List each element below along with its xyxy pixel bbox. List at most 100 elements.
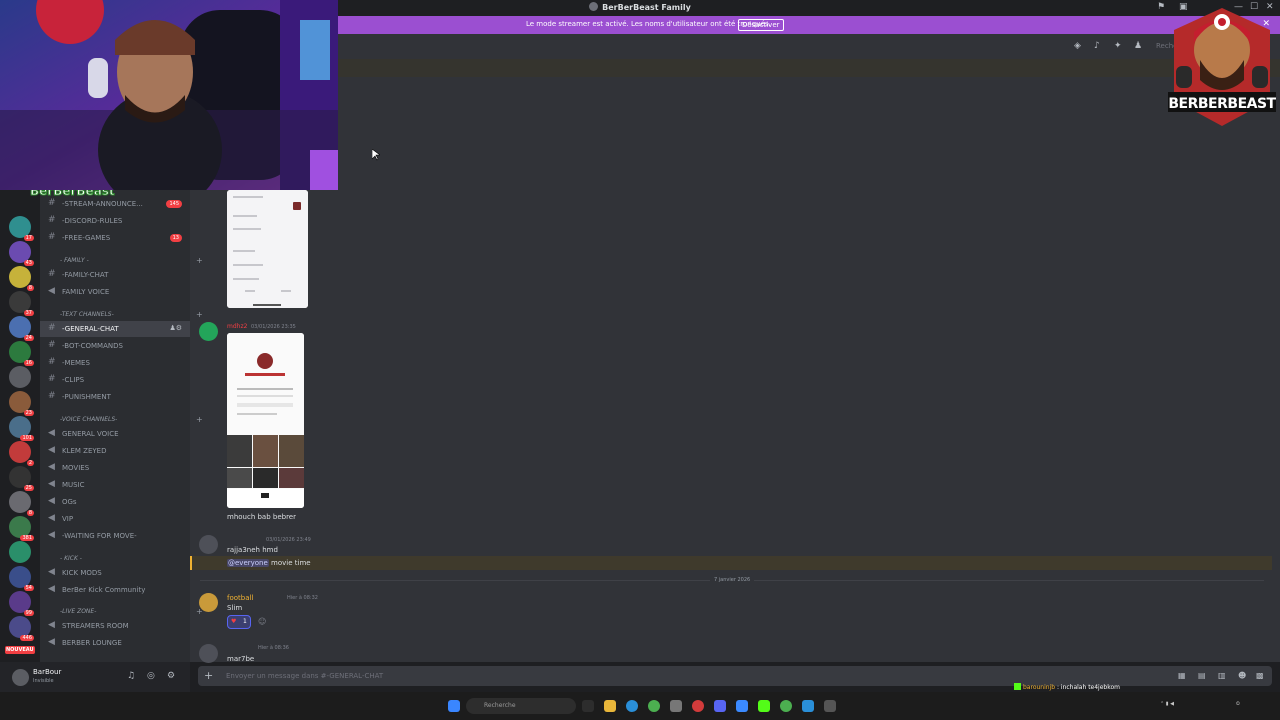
category-kick[interactable]: - KICK -+ [60, 554, 203, 563]
chrome-icon[interactable] [648, 700, 660, 712]
taskbar-search-label: Recherche [484, 702, 516, 709]
channel-general-chat[interactable]: # -GENERAL-CHAT ♟⚙ [40, 321, 190, 337]
channel-ogs[interactable]: ◀ OGs [40, 494, 190, 510]
channel-clips[interactable]: # -CLIPS [40, 372, 190, 388]
server-icon[interactable]: 37 [9, 291, 34, 316]
avatar[interactable] [12, 669, 29, 686]
channel-punishment[interactable]: # -PUNISHMENT [40, 389, 190, 405]
channel-berber-kick-community[interactable]: ◀ BerBer Kick Community [40, 582, 190, 598]
add-channel-icon[interactable]: + [196, 256, 203, 265]
avatar[interactable] [199, 593, 218, 612]
server-icon[interactable]: 381 [9, 516, 34, 541]
reaction-heart[interactable]: ♥ 1 [227, 615, 251, 629]
kick-icon[interactable] [758, 700, 770, 712]
sticker-icon[interactable]: ▥ [1218, 671, 1226, 680]
server-icon[interactable]: 24 [9, 316, 34, 341]
chrome-icon[interactable] [780, 700, 792, 712]
settings-icon[interactable] [824, 700, 836, 712]
channel-movies[interactable]: ◀ MOVIES [40, 460, 190, 476]
channel-waiting-for-move[interactable]: ◀ -WAITING FOR MOVE- [40, 528, 190, 544]
channel-discord-rules[interactable]: # -DISCORD-RULES [40, 213, 190, 229]
channel-music[interactable]: ◀ MUSIC [40, 477, 190, 493]
message-input[interactable]: Envoyer un message dans #-GENERAL-CHAT [226, 672, 383, 680]
everyone-mention[interactable]: @everyone [227, 559, 269, 567]
flag-icon[interactable]: ⚑ [1157, 2, 1165, 12]
app-icon[interactable] [670, 700, 682, 712]
member-list-icon[interactable]: ♟ [1134, 41, 1142, 51]
channel-berber-lounge[interactable]: ◀ BERBER LOUNGE [40, 635, 190, 651]
channel-kick-mods[interactable]: ◀ KICK MODS [40, 565, 190, 581]
avatar[interactable] [199, 644, 218, 663]
settings-gear-icon[interactable]: ⚙ [167, 671, 175, 681]
channel-label: -FAMILY-CHAT [62, 271, 109, 279]
gif-icon[interactable]: ▤ [1198, 671, 1206, 680]
add-reaction-icon[interactable]: ☺ [258, 617, 266, 626]
category-text-channels[interactable]: -TEXT CHANNELS- + [60, 310, 203, 319]
server-icon[interactable]: 8 [9, 491, 34, 516]
attachment-image[interactable] [227, 190, 308, 308]
headphones-icon[interactable]: ◎ [147, 671, 155, 681]
discord-icon[interactable] [714, 700, 726, 712]
unread-badge: 145 [166, 200, 182, 208]
channel-general-voice[interactable]: ◀ GENERAL VOICE [40, 426, 190, 442]
message-author[interactable]: football [227, 594, 253, 602]
message-author[interactable]: mdhz2 [227, 323, 247, 330]
channel-klem-zeyed[interactable]: ◀ KLEM ZEYED [40, 443, 190, 459]
server-icon[interactable] [9, 541, 31, 563]
task-view-icon[interactable] [582, 700, 594, 712]
channel-family-voice[interactable]: ◀ FAMILY VOICE [40, 284, 190, 300]
server-icon[interactable]: 25 [9, 466, 34, 491]
server-icon[interactable]: 23 [9, 391, 34, 416]
clock[interactable]: ⏲ [1236, 701, 1240, 707]
microphone-icon[interactable]: ♫ [127, 671, 135, 681]
channel-stream-announcements[interactable]: # -STREAM-ANNOUNCE... 145 [40, 196, 190, 212]
app-icon[interactable] [736, 700, 748, 712]
channel-label: FAMILY VOICE [62, 288, 110, 296]
server-rail: 17 43 8 37 24 16 23 101 2 25 8 381 54 99… [0, 190, 40, 662]
avatar[interactable] [199, 322, 218, 341]
add-channel-icon[interactable]: + [196, 310, 203, 319]
server-icon[interactable]: 446 [9, 616, 34, 641]
channel-settings-icon[interactable]: ♟⚙ [169, 324, 182, 332]
gift-icon[interactable]: ▦ [1178, 671, 1186, 680]
avatar[interactable] [199, 535, 218, 554]
server-icon[interactable]: 54 [9, 566, 34, 591]
server-icon[interactable] [9, 366, 31, 388]
server-icon[interactable]: 8 [9, 266, 34, 291]
server-icon[interactable]: 2 [9, 441, 34, 466]
channel-bot-commands[interactable]: # -BOT-COMMANDS [40, 338, 190, 354]
new-badge[interactable]: NOUVEAU [5, 646, 35, 654]
pin-icon[interactable]: ✦ [1114, 41, 1122, 51]
windows-start-icon[interactable] [448, 700, 460, 712]
channel-streamers-room[interactable]: ◀ STREAMERS ROOM [40, 618, 190, 634]
category-voice-channels[interactable]: -VOICE CHANNELS- + [60, 415, 203, 424]
category-family[interactable]: - FAMILY - + [60, 256, 203, 265]
add-channel-icon[interactable]: + [196, 415, 203, 424]
tray-icons[interactable]: ⌃ ▮ ◀ [1160, 701, 1174, 707]
taskbar-search[interactable]: Recherche [466, 698, 576, 714]
channel-family-chat[interactable]: # -FAMILY-CHAT [40, 267, 190, 283]
server-icon[interactable]: 101 [9, 416, 34, 441]
category-label: -TEXT CHANNELS- [60, 311, 114, 318]
notification-bell-icon[interactable]: ♪ [1094, 41, 1100, 51]
server-icon[interactable]: 17 [9, 216, 34, 241]
attachment-image[interactable] [227, 333, 304, 508]
channel-memes[interactable]: # -MEMES [40, 355, 190, 371]
apps-icon[interactable]: ▩ [1256, 671, 1264, 680]
channel-vip[interactable]: ◀ VIP [40, 511, 190, 527]
server-icon[interactable]: 16 [9, 341, 34, 366]
file-explorer-icon[interactable] [604, 700, 616, 712]
server-icon[interactable]: 43 [9, 241, 34, 266]
add-attachment-icon[interactable]: + [204, 669, 213, 682]
app-icon[interactable] [692, 700, 704, 712]
threads-icon[interactable]: ◈ [1074, 41, 1081, 51]
edge-icon[interactable] [626, 700, 638, 712]
emoji-icon[interactable]: ☻ [1238, 671, 1246, 680]
kick-chat-text: inchalah te4jebkom [1060, 684, 1120, 691]
channel-free-games[interactable]: # -FREE-GAMES 13 [40, 230, 190, 246]
server-icon[interactable]: 99 [9, 591, 34, 616]
disable-streamer-mode-button[interactable]: Désactiver [738, 19, 784, 31]
app-icon[interactable] [802, 700, 814, 712]
category-live-zone[interactable]: -LIVE ZONE- + [60, 607, 203, 616]
speaker-icon: ◀ [48, 496, 55, 506]
